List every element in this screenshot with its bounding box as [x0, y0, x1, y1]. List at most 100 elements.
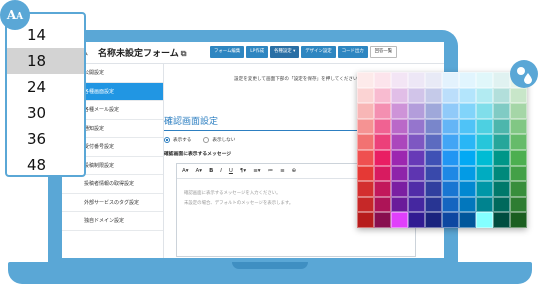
color-swatch[interactable]: [476, 212, 493, 228]
color-swatch[interactable]: [391, 134, 408, 150]
color-swatch[interactable]: [425, 103, 442, 119]
color-swatch[interactable]: [459, 72, 476, 88]
color-swatch[interactable]: [374, 181, 391, 197]
form-edit-button[interactable]: フォーム編集: [210, 46, 245, 58]
color-swatch[interactable]: [391, 103, 408, 119]
font-size-option-selected[interactable]: 18: [7, 48, 84, 74]
color-swatch[interactable]: [408, 212, 425, 228]
color-swatch[interactable]: [442, 134, 459, 150]
color-swatch[interactable]: [442, 212, 459, 228]
link-icon[interactable]: ⊕: [292, 168, 297, 174]
color-swatch[interactable]: [493, 196, 510, 213]
paragraph-icon[interactable]: ¶▾: [240, 168, 246, 174]
radio-dot-unchecked[interactable]: [203, 137, 210, 143]
color-swatch[interactable]: [425, 165, 442, 182]
color-swatch[interactable]: [476, 150, 493, 166]
color-swatch[interactable]: [357, 181, 374, 197]
color-swatch[interactable]: [408, 181, 425, 197]
color-swatch[interactable]: [442, 103, 459, 119]
color-swatch[interactable]: [374, 87, 391, 104]
color-swatch[interactable]: [425, 181, 442, 197]
color-swatch[interactable]: [493, 118, 510, 135]
color-swatch[interactable]: [476, 87, 493, 104]
color-swatch[interactable]: [357, 103, 374, 119]
color-swatch[interactable]: [442, 181, 459, 197]
color-swatch[interactable]: [459, 103, 476, 119]
color-swatch[interactable]: [510, 196, 527, 213]
color-swatch[interactable]: [493, 103, 510, 119]
color-swatch[interactable]: [510, 212, 527, 228]
italic-icon[interactable]: I: [220, 168, 222, 174]
color-swatch[interactable]: [374, 196, 391, 213]
color-swatch[interactable]: [391, 72, 408, 88]
sidebar-item-external-tags[interactable]: 外部サービスのタグ設定: [62, 194, 163, 212]
font-size-tool-icon[interactable]: A▾: [182, 168, 189, 174]
color-swatch[interactable]: [459, 212, 476, 228]
font-size-option[interactable]: 36: [7, 126, 84, 152]
color-swatch[interactable]: [476, 118, 493, 135]
color-swatch[interactable]: [442, 165, 459, 182]
color-swatch[interactable]: [510, 165, 527, 182]
color-swatch[interactable]: [459, 196, 476, 213]
color-swatch[interactable]: [357, 196, 374, 213]
color-swatch[interactable]: [459, 150, 476, 166]
color-swatch[interactable]: [374, 212, 391, 228]
color-swatch[interactable]: [510, 150, 527, 166]
color-swatch[interactable]: [459, 87, 476, 104]
color-swatch[interactable]: [374, 165, 391, 182]
color-swatch[interactable]: [391, 212, 408, 228]
color-swatch[interactable]: [391, 196, 408, 213]
color-swatch[interactable]: [425, 150, 442, 166]
font-size-option[interactable]: 48: [7, 152, 84, 175]
color-swatch[interactable]: [476, 72, 493, 88]
color-swatch[interactable]: [493, 134, 510, 150]
color-swatch[interactable]: [425, 196, 442, 213]
color-swatch[interactable]: [408, 118, 425, 135]
color-swatch[interactable]: [493, 181, 510, 197]
color-swatch[interactable]: [357, 150, 374, 166]
color-swatch[interactable]: [476, 103, 493, 119]
sidebar-item-custom-domain[interactable]: 独自ドメイン設定: [62, 212, 163, 231]
numbered-list-icon[interactable]: ≡: [280, 168, 285, 174]
color-swatch[interactable]: [408, 196, 425, 213]
color-swatch[interactable]: [493, 212, 510, 228]
color-swatch[interactable]: [425, 72, 442, 88]
bold-icon[interactable]: B: [209, 168, 213, 174]
color-swatch[interactable]: [493, 150, 510, 166]
radio-hide[interactable]: 表示しない: [203, 137, 235, 143]
color-swatch[interactable]: [493, 72, 510, 88]
external-link-icon[interactable]: ⧉: [181, 49, 187, 58]
align-icon[interactable]: ≡▾: [253, 168, 260, 174]
color-swatch[interactable]: [442, 196, 459, 213]
color-swatch[interactable]: [425, 87, 442, 104]
sidebar-item-poster-info[interactable]: 投稿者情報の取得設定: [62, 175, 163, 194]
color-swatch[interactable]: [374, 118, 391, 135]
color-swatch[interactable]: [408, 72, 425, 88]
color-swatch[interactable]: [425, 212, 442, 228]
bullet-list-icon[interactable]: ≔: [268, 168, 274, 174]
color-swatch[interactable]: [357, 212, 374, 228]
answers-list-button[interactable]: 回答一覧: [369, 46, 398, 58]
color-swatch[interactable]: [408, 165, 425, 182]
lp-create-button[interactable]: LP作成: [246, 46, 269, 58]
color-swatch[interactable]: [476, 181, 493, 197]
color-swatch[interactable]: [476, 196, 493, 213]
color-swatch[interactable]: [510, 118, 527, 135]
color-swatch[interactable]: [357, 72, 374, 88]
color-swatch[interactable]: [442, 87, 459, 104]
radio-show[interactable]: 表示する: [164, 137, 191, 143]
color-swatch[interactable]: [408, 134, 425, 150]
color-swatch[interactable]: [493, 87, 510, 104]
color-swatch[interactable]: [408, 150, 425, 166]
color-swatch[interactable]: [357, 118, 374, 135]
color-swatch[interactable]: [374, 72, 391, 88]
color-swatch[interactable]: [391, 181, 408, 197]
font-size-option[interactable]: 30: [7, 100, 84, 126]
color-swatch[interactable]: [391, 87, 408, 104]
color-swatch[interactable]: [510, 103, 527, 119]
color-swatch[interactable]: [374, 134, 391, 150]
color-swatch[interactable]: [476, 165, 493, 182]
color-swatch[interactable]: [425, 134, 442, 150]
underline-icon[interactable]: U: [229, 168, 233, 174]
settings-button[interactable]: 各種設定 ▾: [270, 46, 300, 58]
